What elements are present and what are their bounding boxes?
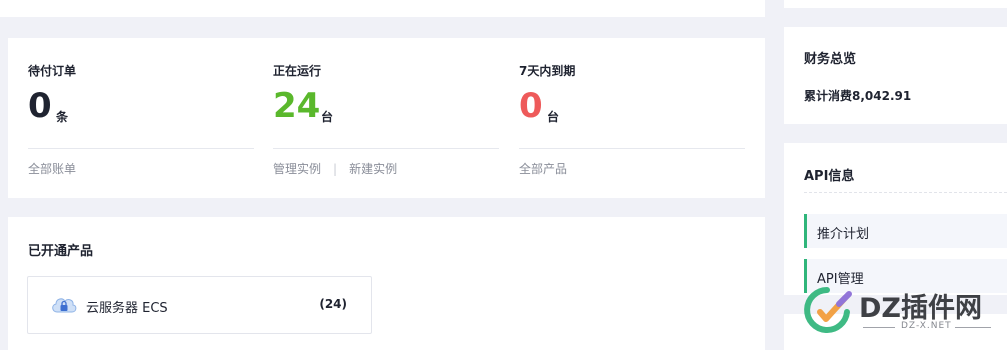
products-card: 已开通产品 云服务器 ECS (24) (8, 217, 765, 350)
divider (804, 192, 1007, 193)
stat-title: 待付订单 (28, 64, 77, 78)
watermark-subtext: DZ-X.NET (901, 321, 952, 331)
divider (955, 327, 991, 328)
divider (28, 148, 254, 149)
referral-program-item[interactable]: 推介计划 (804, 214, 1007, 248)
stat-unit: 条 (56, 110, 69, 124)
products-title: 已开通产品 (28, 244, 94, 259)
top-card-strip (0, 0, 765, 17)
divider (863, 327, 895, 328)
cloud-server-icon (52, 298, 77, 313)
all-bills-link[interactable]: 全部账单 (28, 162, 76, 176)
stat-value: 0 (28, 86, 52, 126)
stat-unit: 台 (321, 110, 334, 124)
product-count: (24) (319, 297, 347, 311)
manage-instances-link[interactable]: 管理实例 (273, 162, 321, 176)
link-separator: | (333, 162, 338, 176)
create-instance-link[interactable]: 新建实例 (349, 162, 397, 176)
divider (273, 148, 499, 149)
product-name: 云服务器 ECS (86, 301, 168, 316)
top-right-card-strip (784, 0, 1007, 8)
stat-value: 24 (273, 86, 321, 126)
all-products-link[interactable]: 全部产品 (519, 162, 567, 176)
stat-unit: 台 (547, 110, 560, 124)
finance-card: 财务总览 累计消费8,042.91 (784, 27, 1007, 124)
stat-title: 7天内到期 (519, 64, 576, 78)
product-ecs-card[interactable]: 云服务器 ECS (24) (27, 276, 372, 334)
api-item-label: 推介计划 (817, 227, 870, 242)
watermark-text: DZ插件网 (859, 293, 982, 324)
api-title: API信息 (804, 169, 855, 184)
total-spend: 累计消费8,042.91 (804, 89, 912, 103)
stat-title: 正在运行 (273, 64, 322, 78)
watermark: DZ插件网 DZ-X.NET (803, 284, 1007, 340)
stats-card: 待付订单 0 条 全部账单 正在运行 24 台 管理实例 | 新建实例 7天内到期 … (8, 38, 765, 198)
watermark-logo-icon (804, 287, 852, 333)
divider (519, 148, 745, 149)
api-card: API信息 推介计划 API管理 (784, 143, 1007, 295)
stat-value: 0 (519, 86, 543, 126)
finance-title: 财务总览 (804, 52, 857, 67)
